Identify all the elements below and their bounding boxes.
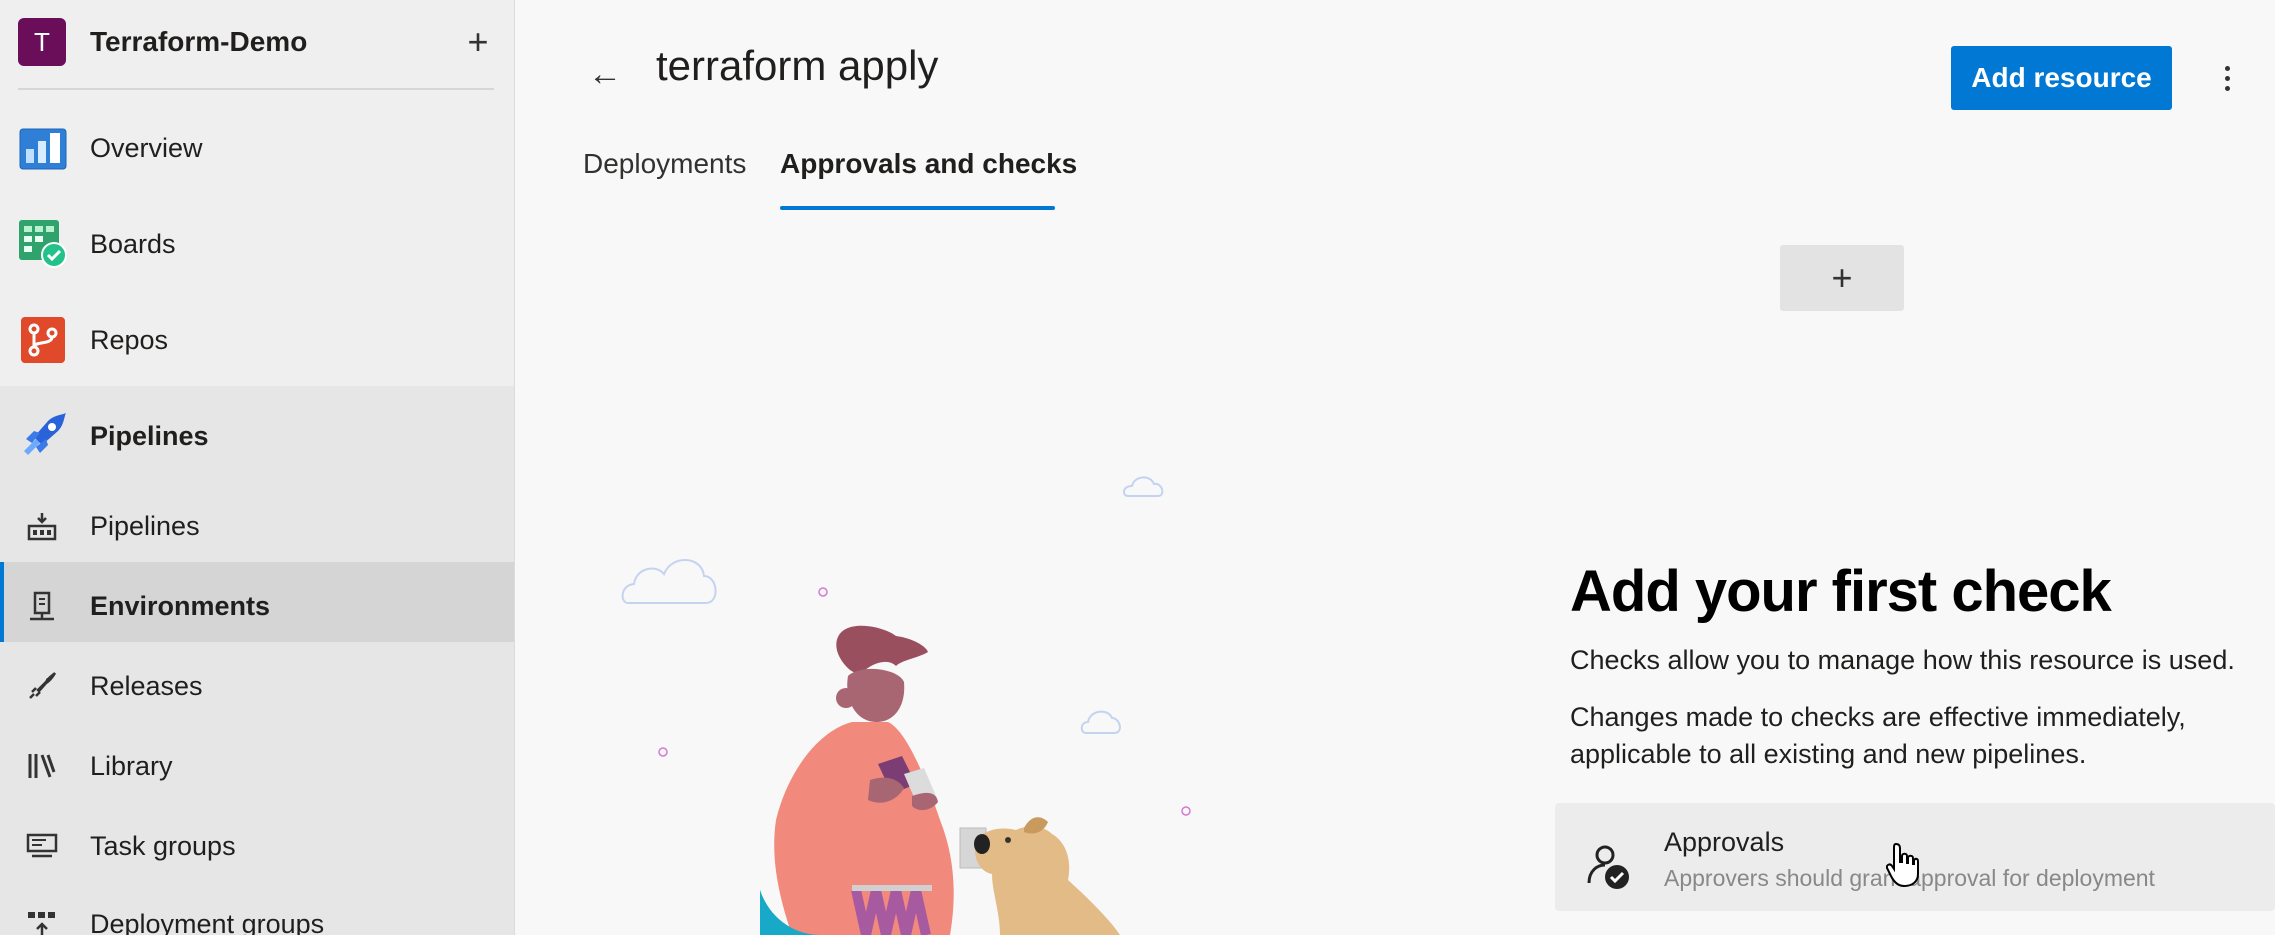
library-icon	[24, 748, 60, 784]
sidebar-item-repos[interactable]: Repos	[0, 315, 514, 365]
sidebar-item-pipelines[interactable]: Pipelines	[0, 506, 514, 546]
sidebar-item-label: Boards	[90, 228, 176, 259]
task-groups-icon	[24, 828, 60, 864]
empty-state-note: Changes made to checks are effective imm…	[1570, 702, 2186, 769]
back-arrow-icon[interactable]: ←	[588, 56, 622, 92]
empty-state-illustration	[620, 460, 1240, 935]
environments-icon	[24, 588, 60, 624]
sidebar-item-task-groups[interactable]: Task groups	[0, 826, 514, 866]
empty-state-description: Checks allow you to manage how this reso…	[1570, 645, 2235, 675]
new-project-button[interactable]: +	[458, 22, 498, 62]
sidebar-item-label: Library	[90, 750, 173, 781]
sidebar-item-label: Pipelines	[90, 510, 200, 541]
sidebar-item-environments[interactable]: Environments	[0, 586, 514, 626]
sidebar: T Terraform-Demo + Overview Boards Repos…	[0, 0, 515, 935]
sidebar-item-label: Releases	[90, 670, 203, 701]
sidebar-item-overview[interactable]: Overview	[0, 123, 514, 173]
divider	[18, 88, 494, 90]
sidebar-item-label: Overview	[90, 132, 203, 163]
pipelines-service-icon	[18, 411, 68, 461]
sidebar-item-pipelines-service[interactable]: Pipelines	[0, 411, 514, 461]
add-check-button[interactable]: +	[1780, 245, 1904, 311]
project-header[interactable]: T Terraform-Demo +	[18, 18, 498, 66]
empty-state-heading: Add your first check	[1570, 559, 2112, 624]
sidebar-item-label: Environments	[90, 590, 271, 621]
project-name[interactable]: Terraform-Demo	[90, 26, 307, 58]
sidebar-item-releases[interactable]: Releases	[0, 666, 514, 706]
sidebar-item-label: Task groups	[90, 830, 236, 861]
project-avatar: T	[18, 18, 66, 66]
sidebar-item-deployment-groups[interactable]: Deployment groups	[0, 904, 514, 935]
repos-icon	[18, 315, 68, 365]
tab-approvals-and-checks[interactable]: Approvals and checks	[780, 148, 1077, 180]
releases-icon	[24, 668, 60, 704]
sidebar-item-library[interactable]: Library	[0, 746, 514, 786]
more-options-icon[interactable]	[2212, 55, 2242, 101]
active-tab-indicator	[780, 206, 1055, 210]
pipelines-icon	[24, 508, 60, 544]
hand-cursor-icon	[1885, 842, 1920, 888]
deployment-groups-icon	[24, 906, 60, 935]
sidebar-item-label: Deployment groups	[90, 908, 325, 935]
boards-icon	[18, 219, 68, 269]
sidebar-item-label: Pipelines	[90, 420, 209, 451]
overview-icon	[18, 123, 68, 173]
page-title: terraform apply	[656, 42, 939, 89]
add-resource-button[interactable]: Add resource	[1951, 46, 2172, 110]
sidebar-item-label: Repos	[90, 324, 169, 355]
approvals-title: Approvals	[1664, 827, 1785, 857]
approvals-icon	[1585, 843, 1635, 893]
sidebar-item-boards[interactable]: Boards	[0, 219, 514, 269]
tab-deployments[interactable]: Deployments	[583, 148, 746, 180]
